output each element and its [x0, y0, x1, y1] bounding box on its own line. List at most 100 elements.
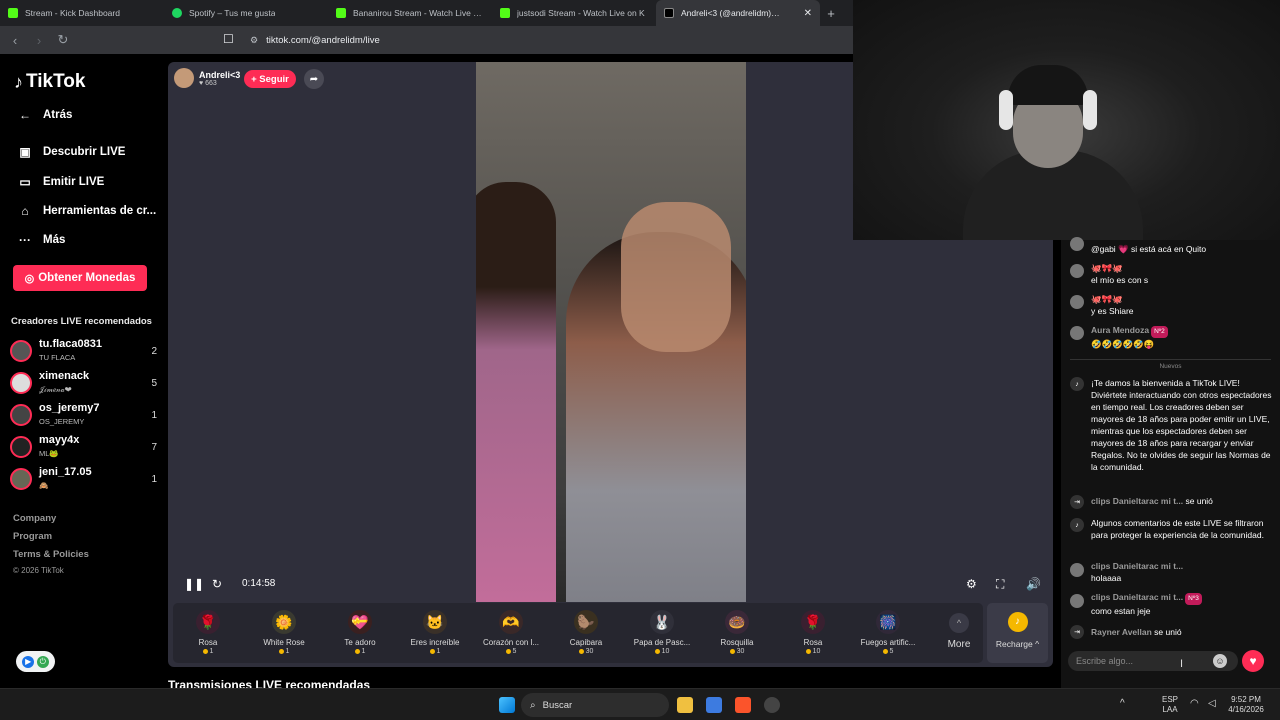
- refresh-icon[interactable]: ↻: [212, 577, 222, 591]
- back-arrow-icon[interactable]: ‹: [6, 33, 24, 48]
- avatar: [10, 468, 32, 490]
- avatar: [10, 372, 32, 394]
- fireworks-icon: 🎆: [876, 610, 900, 634]
- url-field[interactable]: ⚙ tiktok.com/@andrelidm/live: [250, 30, 840, 50]
- host-info[interactable]: Andreli<3 ♥ 663: [174, 68, 240, 88]
- follow-button[interactable]: + Seguir: [244, 70, 296, 88]
- play-icon: ▶: [22, 655, 35, 668]
- camera-icon: ▭: [19, 175, 31, 189]
- avatar: [1070, 594, 1084, 608]
- cat-icon: 🐱: [423, 610, 447, 634]
- gift-item[interactable]: 🦫 Capibara 30: [548, 603, 624, 663]
- gift-item[interactable]: 🎆 Fuegos artific... 5: [850, 603, 926, 663]
- fullscreen-icon[interactable]: ⛶: [996, 577, 1004, 592]
- wifi-icon[interactable]: ◠: [1190, 699, 1199, 709]
- creator-item[interactable]: mayy4x ML🐸 7: [8, 434, 160, 462]
- creator-item[interactable]: os_jeremy7 OS_JEREMY 1: [8, 402, 160, 430]
- back-button[interactable]: ← Atrás: [16, 108, 72, 122]
- gift-item[interactable]: 🐰 Papa de Pasc... 10: [624, 603, 700, 663]
- close-tab-icon[interactable]: ✕: [804, 8, 812, 19]
- back-arrow-icon: ←: [19, 108, 31, 122]
- chat-message: @gabi 💗 si está acá en Quito: [1091, 244, 1207, 254]
- menu-discover-live[interactable]: ▣ Descubrir LIVE: [16, 145, 125, 159]
- gift-bar: 🌹 Rosa 1 🌼 White Rose 1 💝 Te adoro 1 🐱 Eres inc…: [173, 603, 983, 663]
- avatar: [1070, 326, 1084, 340]
- footer-company-link[interactable]: Company: [13, 513, 56, 524]
- creator-item[interactable]: jeni_17.05 🙈 1: [8, 466, 160, 494]
- heart-hands-icon: 🫶: [499, 610, 523, 634]
- reload-icon[interactable]: ↻: [54, 32, 72, 48]
- avatar: [1070, 563, 1084, 577]
- text-cursor-icon: I: [1180, 658, 1184, 670]
- menu-more[interactable]: ··· Más: [16, 233, 65, 247]
- tab-kick-dashboard[interactable]: Stream - Kick Dashboard: [0, 0, 164, 26]
- gift-item[interactable]: 🍩 Rosquilla 30: [699, 603, 775, 663]
- sidebar: ♪ TikTok ← Atrás ▣ Descubrir LIVE ▭ Emitir L…: [0, 54, 160, 688]
- footer-program-link[interactable]: Program: [13, 531, 52, 542]
- gift-item[interactable]: 🌹 Rosa 10: [775, 603, 851, 663]
- gift-item[interactable]: 🫶 Corazón con l... 5: [473, 603, 549, 663]
- copyright: © 2026 TikTok: [13, 566, 64, 575]
- get-coins-button[interactable]: ◎ Obtener Monedas: [13, 265, 147, 291]
- avatar: [10, 340, 32, 362]
- obs-icon[interactable]: [764, 697, 780, 713]
- windows-start-icon[interactable]: [499, 697, 515, 713]
- live-video[interactable]: [476, 62, 746, 602]
- emoji-icon[interactable]: ☺: [1213, 654, 1227, 668]
- tiktok-logo[interactable]: ♪ TikTok: [14, 71, 85, 93]
- creator-tools-icon: ⌂: [21, 204, 29, 218]
- rose-icon: 🌹: [801, 610, 825, 634]
- heart-like-button[interactable]: ♥: [1242, 650, 1264, 672]
- menu-creator-tools[interactable]: ⌂ Herramientas de cr...: [16, 204, 156, 218]
- footer-terms-link[interactable]: Terms & Policies: [13, 549, 89, 560]
- settings-icon[interactable]: ⚙: [966, 577, 977, 591]
- chevron-up-icon[interactable]: ^: [1120, 699, 1125, 709]
- video-subject-hand: [621, 202, 731, 352]
- tab-spotify[interactable]: Spotify – Tus me gusta: [164, 0, 328, 26]
- extension-widget[interactable]: ▶ ⏻: [16, 651, 55, 672]
- gift-item[interactable]: 🐱 Eres increíble 1: [397, 603, 473, 663]
- creator-item[interactable]: ximenack 𝒥𝒾𝓂𝑒𝓃𝒶❤ 5: [8, 370, 160, 398]
- chat-message: 🐙🎀🐙 y es Shiare: [1091, 294, 1134, 316]
- coin-icon: ◎: [24, 272, 35, 285]
- join-message: clips Danieltarac mi t... se unió: [1091, 496, 1213, 506]
- bunny-icon: 🐰: [650, 610, 674, 634]
- recommended-creators-title: Creadores LIVE recomendados: [11, 316, 152, 327]
- webcam-overlay: [853, 0, 1280, 240]
- volume-icon[interactable]: 🔊: [1026, 577, 1041, 591]
- site-settings-icon[interactable]: ⚙: [250, 35, 258, 46]
- more-gifts-button[interactable]: ^ More: [939, 613, 979, 650]
- store-icon[interactable]: [706, 697, 722, 713]
- language-indicator[interactable]: ESP LAA: [1162, 695, 1178, 715]
- discover-live-icon: ▣: [19, 145, 31, 159]
- tiktok-icon: ♪: [1070, 518, 1084, 532]
- kick-icon: [8, 8, 18, 18]
- new-tab-button[interactable]: +: [820, 6, 842, 21]
- address-bar: ‹ › ↻ ☐ ⚙ tiktok.com/@andrelidm/live: [0, 26, 853, 54]
- rose-icon: 🌹: [196, 610, 220, 634]
- gift-item[interactable]: 🌼 White Rose 1: [246, 603, 322, 663]
- kick-icon: [500, 8, 510, 18]
- capybara-icon: 🦫: [574, 610, 598, 634]
- menu-go-live[interactable]: ▭ Emitir LIVE: [16, 175, 104, 189]
- chat-message: 🐙🎀🐙 el mío es con s: [1091, 263, 1149, 285]
- taskbar-search[interactable]: ⌕ Buscar: [521, 693, 669, 717]
- gift-item[interactable]: 🌹 Rosa 1: [170, 603, 246, 663]
- file-explorer-icon[interactable]: [677, 697, 693, 713]
- kick-icon: [336, 8, 346, 18]
- gift-item[interactable]: 💝 Te adoro 1: [322, 603, 398, 663]
- share-icon[interactable]: ➦: [304, 69, 324, 89]
- headphones-icon: [1083, 90, 1097, 130]
- volume-icon[interactable]: ◁: [1208, 699, 1216, 709]
- recharge-button[interactable]: ♪ Recharge ^: [987, 603, 1048, 663]
- creator-item[interactable]: tu.flaca0831 TU FLACA 2: [8, 338, 160, 366]
- brave-browser-icon[interactable]: [735, 697, 751, 713]
- tab-bananirou[interactable]: Bananirou Stream - Watch Live on Ki: [328, 0, 492, 26]
- pause-icon[interactable]: ❚❚: [184, 577, 204, 591]
- tab-justsodi[interactable]: justsodi Stream - Watch Live on K: [492, 0, 656, 26]
- bookmark-icon[interactable]: ☐: [223, 32, 234, 46]
- tab-tiktok-live[interactable]: Andreli<3 (@andrelidm) está ✕: [656, 0, 820, 26]
- avatar: [10, 436, 32, 458]
- clock[interactable]: 9:52 PM 4/16/2026: [1226, 695, 1266, 715]
- forward-arrow-icon[interactable]: ›: [30, 33, 48, 48]
